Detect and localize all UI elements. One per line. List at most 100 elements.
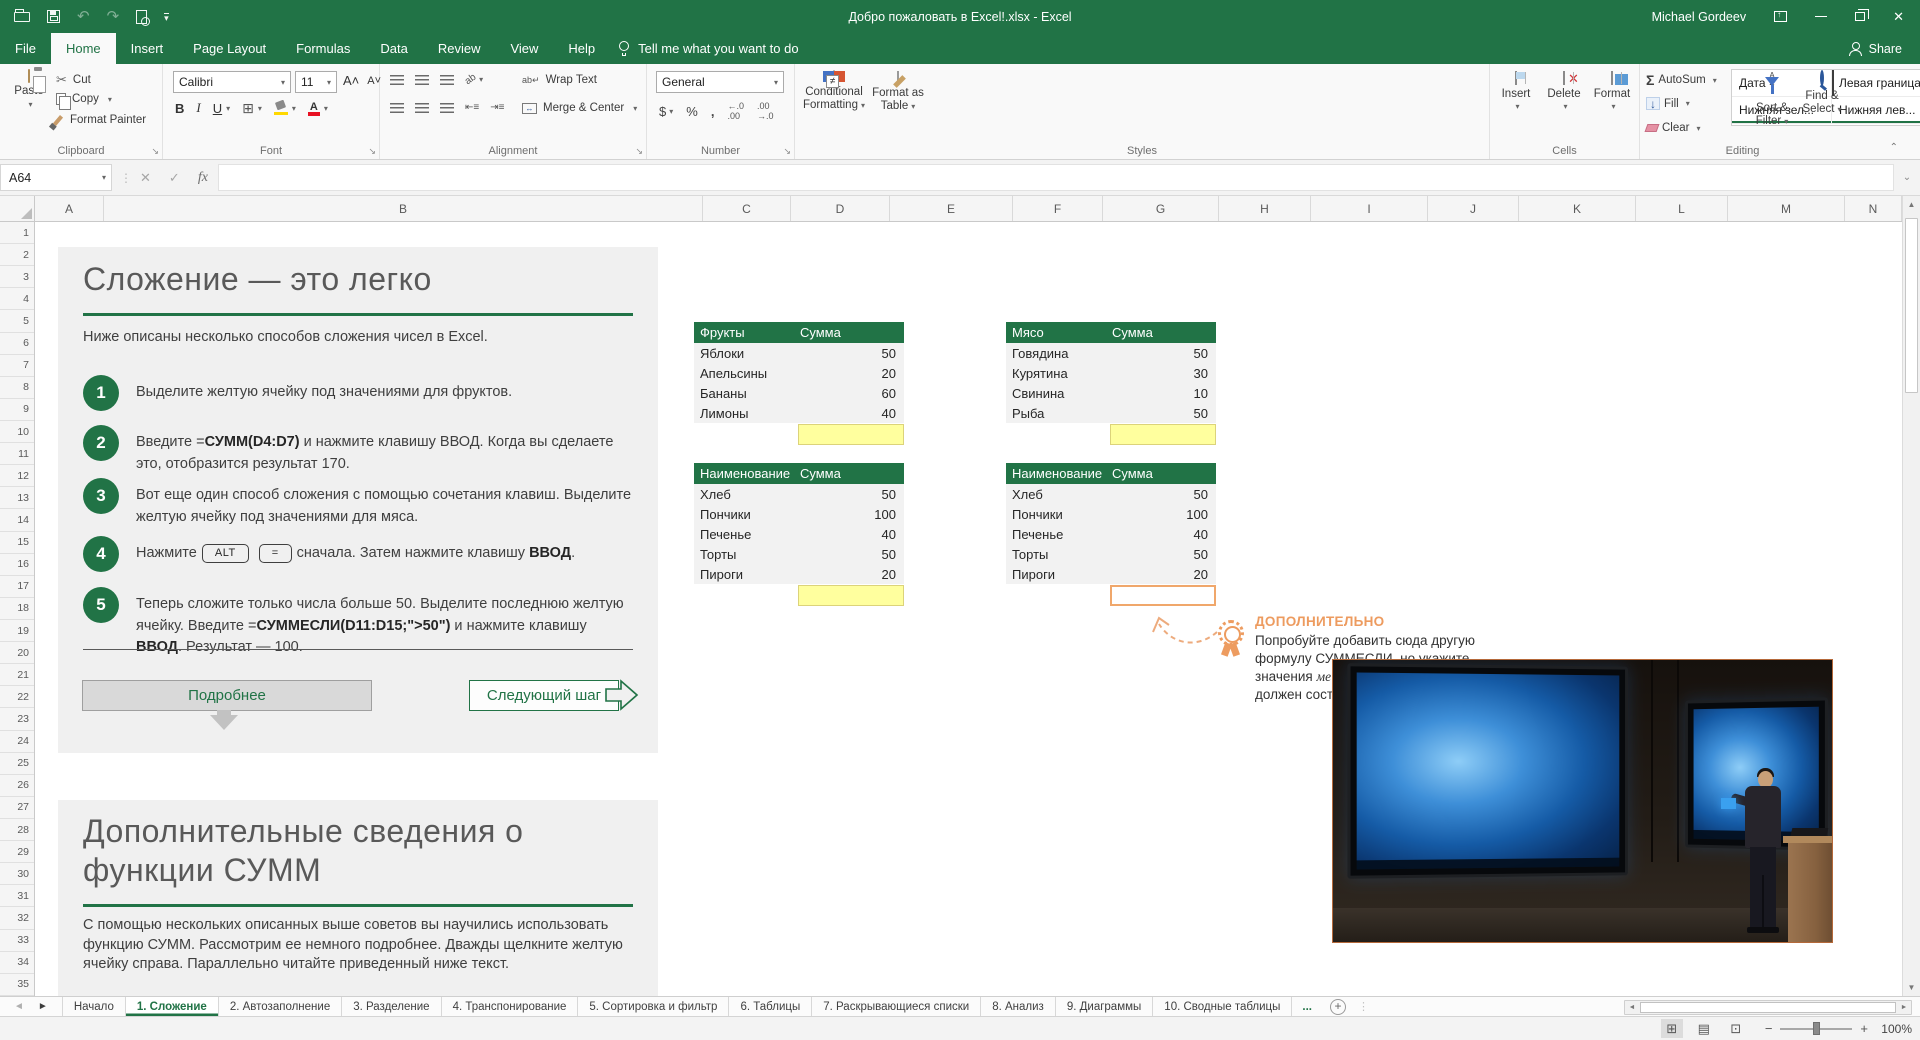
row-header-7[interactable]: 7 — [0, 355, 34, 377]
select-all-corner[interactable] — [0, 196, 35, 222]
collapse-ribbon-icon[interactable]: ⌃ — [1890, 142, 1898, 153]
tutorial-video[interactable] — [1332, 659, 1833, 943]
row-header-23[interactable]: 23 — [0, 708, 34, 730]
table-row[interactable]: Торты50 — [694, 544, 904, 564]
column-header-D[interactable]: D — [791, 196, 890, 221]
align-center-icon[interactable] — [415, 103, 429, 113]
decrease-font-icon[interactable]: A˅ — [367, 75, 381, 87]
percent-style-icon[interactable]: % — [686, 104, 698, 119]
borders-dropdown[interactable]: ▾ — [258, 104, 262, 113]
zoom-level[interactable]: 100% — [1878, 1022, 1912, 1036]
font-dialog-launcher[interactable]: ↘ — [368, 147, 376, 156]
font-size-combo[interactable]: 11▾ — [295, 71, 337, 93]
fill-button[interactable]: ↓ Fill ▾ — [1646, 97, 1690, 110]
format-as-table-button[interactable]: Format asTable▾ — [869, 72, 927, 113]
row-header-24[interactable]: 24 — [0, 731, 34, 753]
ribbon-tab-home[interactable]: Home — [51, 33, 116, 64]
ribbon-tab-review[interactable]: Review — [423, 33, 496, 64]
table-header[interactable]: ФруктыСумма — [694, 322, 904, 343]
orange-answer-cell[interactable] — [1110, 585, 1216, 606]
print-preview-icon[interactable] — [136, 10, 147, 24]
normal-view-icon[interactable]: ⊞ — [1661, 1019, 1683, 1038]
clear-button[interactable]: Clear ▾ — [1646, 122, 1701, 134]
borders-icon[interactable]: ⊞ — [242, 101, 254, 115]
row-header-1[interactable]: 1 — [0, 222, 34, 244]
next-step-button[interactable]: Следующий шаг — [469, 680, 619, 711]
row-header-5[interactable]: 5 — [0, 310, 34, 332]
table-row[interactable]: Свинина10 — [1006, 383, 1216, 403]
row-header-29[interactable]: 29 — [0, 841, 34, 863]
increase-indent-icon[interactable]: ⇥≡ — [490, 102, 504, 113]
increase-font-icon[interactable]: A˄ — [343, 73, 359, 88]
row-header-17[interactable]: 17 — [0, 576, 34, 598]
zoom-slider-thumb[interactable] — [1813, 1022, 1820, 1035]
ribbon-tab-view[interactable]: View — [495, 33, 553, 64]
page-layout-view-icon[interactable]: ▤ — [1693, 1019, 1715, 1038]
row-header-3[interactable]: 3 — [0, 266, 34, 288]
column-header-C[interactable]: C — [703, 196, 791, 221]
row-header-18[interactable]: 18 — [0, 598, 34, 620]
formula-input[interactable] — [218, 164, 1894, 191]
ribbon-tab-insert[interactable]: Insert — [116, 33, 179, 64]
table-row[interactable]: Бананы60 — [694, 383, 904, 403]
ribbon-tab-help[interactable]: Help — [553, 33, 610, 64]
row-header-19[interactable]: 19 — [0, 620, 34, 642]
cancel-icon[interactable]: ✕ — [140, 170, 151, 186]
row-header-26[interactable]: 26 — [0, 775, 34, 797]
column-header-N[interactable]: N — [1845, 196, 1902, 221]
comma-style-icon[interactable]: , — [711, 104, 715, 119]
column-header-K[interactable]: K — [1519, 196, 1636, 221]
restore-button[interactable] — [1855, 12, 1865, 21]
close-button[interactable]: ✕ — [1893, 9, 1904, 25]
column-header-E[interactable]: E — [890, 196, 1013, 221]
ribbon-display-options-icon[interactable] — [1774, 11, 1787, 22]
underline-dropdown[interactable]: ▾ — [226, 104, 230, 113]
sheet-tab-9-диаграммы[interactable]: 9. Диаграммы — [1056, 997, 1153, 1016]
table-row[interactable]: Курятина30 — [1006, 363, 1216, 383]
table-row[interactable]: Пироги20 — [694, 564, 904, 584]
column-header-J[interactable]: J — [1428, 196, 1519, 221]
enter-icon[interactable]: ✓ — [169, 170, 180, 186]
table-row[interactable]: Рыба50 — [1006, 403, 1216, 423]
table-row[interactable]: Говядина50 — [1006, 343, 1216, 363]
vertical-scroll-thumb[interactable] — [1905, 218, 1918, 393]
cut-button[interactable]: ✂ Cut — [56, 72, 91, 88]
table-row[interactable]: Печенье40 — [1006, 524, 1216, 544]
format-cells-button[interactable]: Format ▾ — [1588, 72, 1636, 112]
horizontal-scroll-thumb[interactable] — [1640, 1002, 1896, 1013]
next-sheet-icon[interactable]: ► — [38, 1001, 48, 1012]
yellow-answer-cell[interactable] — [798, 585, 904, 606]
alignment-dialog-launcher[interactable]: ↘ — [635, 147, 643, 156]
expand-formula-bar-icon[interactable]: ⌄ — [1894, 172, 1920, 183]
table-header[interactable]: НаименованиеСумма — [1006, 463, 1216, 484]
align-middle-icon[interactable] — [415, 75, 429, 85]
font-color-icon[interactable]: A — [308, 101, 320, 116]
sheet-tab-10-сводные-таблицы[interactable]: 10. Сводные таблицы — [1153, 997, 1292, 1016]
delete-cells-button[interactable]: ✕ Delete ▾ — [1540, 72, 1588, 112]
ribbon-tab-page-layout[interactable]: Page Layout — [178, 33, 281, 64]
bold-button[interactable]: B — [175, 101, 184, 116]
name-box-dropdown[interactable]: ▾ — [102, 173, 106, 182]
table-row[interactable]: Хлеб50 — [1006, 484, 1216, 504]
decrease-indent-icon[interactable]: ⇤≡ — [465, 102, 479, 113]
align-bottom-icon[interactable] — [440, 75, 454, 85]
fill-color-icon[interactable] — [274, 101, 288, 115]
scroll-down-icon[interactable]: ▼ — [1903, 979, 1920, 996]
zoom-out-icon[interactable]: − — [1765, 1021, 1773, 1036]
row-header-33[interactable]: 33 — [0, 930, 34, 952]
conditional-formatting-button[interactable]: ≠ ConditionalFormatting▾ — [803, 71, 865, 112]
column-header-G[interactable]: G — [1103, 196, 1219, 221]
zoom-slider[interactable] — [1780, 1028, 1852, 1030]
row-header-20[interactable]: 20 — [0, 642, 34, 664]
yellow-answer-cell[interactable] — [798, 424, 904, 445]
table-row[interactable]: Печенье40 — [694, 524, 904, 544]
redo-icon[interactable]: ↷ — [107, 10, 120, 24]
merge-center-button[interactable]: ↔ Merge & Center ▾ — [522, 102, 637, 114]
scroll-up-icon[interactable]: ▲ — [1903, 196, 1920, 213]
minimize-button[interactable] — [1815, 16, 1827, 18]
zoom-in-icon[interactable]: + — [1860, 1021, 1868, 1036]
number-format-combo[interactable]: General▾ — [656, 71, 784, 93]
sheet-tab-3-разделение[interactable]: 3. Разделение — [342, 997, 441, 1016]
customize-qat-icon[interactable]: ▾ — [164, 13, 169, 21]
column-header-F[interactable]: F — [1013, 196, 1103, 221]
